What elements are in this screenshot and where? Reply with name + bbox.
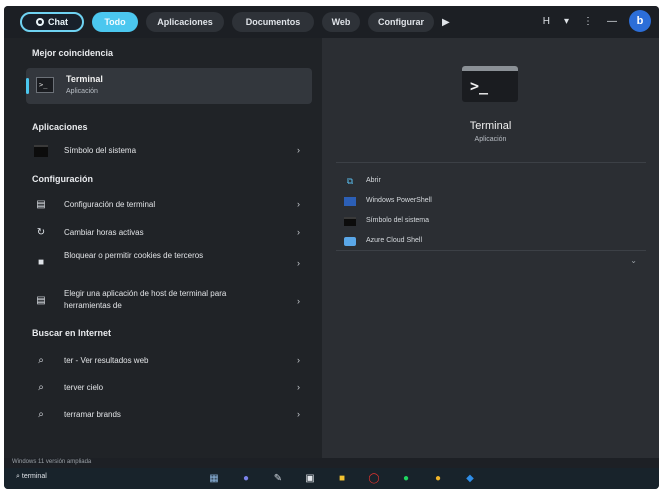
taskbar: ⌕ terminal ▦ ● ✎ ▣ ■ ◯ ● ● ◆ xyxy=(4,468,659,489)
chat-button[interactable]: Chat xyxy=(20,12,84,32)
preview-pane: >_ Terminal Aplicación ⧉ Abrir Windows P… xyxy=(322,38,659,458)
chevron-right-icon: › xyxy=(297,409,300,419)
search-icon: ⌕ xyxy=(38,409,44,420)
teams-icon[interactable]: ● xyxy=(238,470,254,486)
bing-icon[interactable]: b xyxy=(629,10,651,32)
action-azure-cloud-shell[interactable]: Azure Cloud Shell xyxy=(344,234,634,250)
topbar-right: H ▾ ⋮ — b xyxy=(529,10,651,32)
opera-icon[interactable]: ◯ xyxy=(366,470,382,486)
azure-cloud-shell-icon xyxy=(344,237,356,246)
list-item-label: Configuración de terminal xyxy=(64,200,156,209)
tab-todo[interactable]: Todo xyxy=(92,12,138,32)
list-item-cookies[interactable]: ■ Bloquear o permitir cookies de tercero… xyxy=(26,248,312,278)
chrome-icon[interactable]: ● xyxy=(430,470,446,486)
store-icon[interactable]: ▣ xyxy=(302,470,318,486)
status-text: Windows 11 versión ampliada xyxy=(12,459,92,465)
list-item-configuracion-terminal[interactable]: ▤ Configuración de terminal › xyxy=(26,194,312,216)
taskbar-search[interactable]: ⌕ terminal xyxy=(16,473,47,481)
open-icon: ⧉ xyxy=(346,176,354,186)
list-item-simbolo-del-sistema[interactable]: Símbolo del sistema › xyxy=(26,140,312,162)
chat-icon xyxy=(36,18,44,26)
wifi-icon[interactable]: ▾ xyxy=(564,16,569,27)
terminal-icon: >_ xyxy=(36,77,54,93)
play-icon[interactable]: ▶ xyxy=(442,17,450,28)
best-match-name: Terminal xyxy=(66,74,103,84)
more-options-icon[interactable]: ⋮ xyxy=(583,16,593,27)
chevron-down-icon[interactable]: ⌄ xyxy=(630,256,637,265)
list-item-label: Bloquear o permitir cookies de terceros xyxy=(64,251,204,260)
action-powershell[interactable]: Windows PowerShell xyxy=(344,194,634,210)
settings-heading: Configuración xyxy=(32,174,93,184)
action-label: Símbolo del sistema xyxy=(366,217,430,224)
results-pane: Mejor coincidencia >_ Terminal Aplicació… xyxy=(4,38,320,458)
minimize-icon[interactable]: — xyxy=(607,16,617,27)
apps-heading: Aplicaciones xyxy=(32,122,88,132)
preview-app-name: Terminal xyxy=(469,120,512,132)
status-strip: Windows 11 versión ampliada xyxy=(4,458,659,468)
prompt-glyph: >_ xyxy=(470,77,489,95)
action-label: Windows PowerShell xyxy=(366,197,432,204)
action-abrir[interactable]: ⧉ Abrir xyxy=(344,174,634,190)
file-explorer-icon[interactable]: ■ xyxy=(334,470,350,486)
folder-icon: ■ xyxy=(37,257,45,268)
best-match-type: Aplicación xyxy=(66,88,98,95)
chevron-right-icon: › xyxy=(297,382,300,392)
list-item-label: Símbolo del sistema xyxy=(64,146,137,155)
tab-web[interactable]: Web xyxy=(322,12,360,32)
list-item-label: Cambiar horas activas xyxy=(64,228,144,237)
action-label: Azure Cloud Shell xyxy=(366,237,423,244)
taskbar-search-text: terminal xyxy=(21,473,47,480)
divider xyxy=(336,250,646,251)
chevron-right-icon: › xyxy=(297,258,300,268)
list-item-label: Elegir una aplicación de host de termina… xyxy=(64,289,227,310)
list-item-label: terramar brands xyxy=(64,410,121,419)
widgets-icon[interactable]: ▦ xyxy=(206,470,222,486)
filter-bar: Chat Todo Aplicaciones Documentos Web Co… xyxy=(4,6,659,38)
list-item-label: ter - Ver resultados web xyxy=(64,356,149,365)
chat-label: Chat xyxy=(48,17,68,27)
search-icon: ⌕ xyxy=(38,382,44,393)
refresh-icon: ↻ xyxy=(36,227,46,238)
list-item-web-terramar[interactable]: ⌕ terramar brands › xyxy=(26,404,312,426)
chevron-right-icon: › xyxy=(297,227,300,237)
list-item-host-terminal[interactable]: ▤ Elegir una aplicación de host de termi… xyxy=(26,286,312,316)
edit-icon[interactable]: ✎ xyxy=(270,470,286,486)
tab-documentos[interactable]: Documentos xyxy=(232,12,314,32)
powershell-icon xyxy=(344,197,356,206)
divider xyxy=(336,162,646,163)
chevron-right-icon: › xyxy=(297,145,300,155)
list-item-label: terver cielo xyxy=(64,383,104,392)
terminal-settings-icon: ▤ xyxy=(36,295,46,306)
spotify-icon[interactable]: ● xyxy=(398,470,414,486)
action-simbolo-sistema[interactable]: Símbolo del sistema xyxy=(344,214,634,230)
list-item-web-terver[interactable]: ⌕ terver cielo › xyxy=(26,377,312,399)
terminal-app-icon: >_ xyxy=(462,66,518,102)
list-item-horas-activas[interactable]: ↻ Cambiar horas activas › xyxy=(26,222,312,244)
best-match-item[interactable]: >_ Terminal Aplicación xyxy=(26,68,312,104)
chevron-right-icon: › xyxy=(297,355,300,365)
terminal-settings-icon: ▤ xyxy=(36,199,46,210)
command-prompt-icon xyxy=(344,217,356,226)
chevron-right-icon: › xyxy=(297,199,300,209)
taskbar-apps: ▦ ● ✎ ▣ ■ ◯ ● ● ◆ xyxy=(206,470,494,486)
chevron-right-icon: › xyxy=(297,296,300,306)
preview-app-type: Aplicación xyxy=(474,136,507,143)
tab-configurar[interactable]: Configurar xyxy=(368,12,434,32)
search-window: Chat Todo Aplicaciones Documentos Web Co… xyxy=(4,6,659,489)
best-match-heading: Mejor coincidencia xyxy=(32,48,114,58)
tab-aplicaciones[interactable]: Aplicaciones xyxy=(146,12,224,32)
action-label: Abrir xyxy=(366,177,381,184)
command-prompt-icon xyxy=(34,145,48,157)
web-heading: Buscar en Internet xyxy=(32,328,112,338)
selection-indicator xyxy=(26,78,29,94)
search-icon: ⌕ xyxy=(38,355,44,366)
vscode-icon[interactable]: ◆ xyxy=(462,470,478,486)
list-item-web-ter[interactable]: ⌕ ter - Ver resultados web › xyxy=(26,350,312,372)
account-initial[interactable]: H xyxy=(543,16,550,27)
